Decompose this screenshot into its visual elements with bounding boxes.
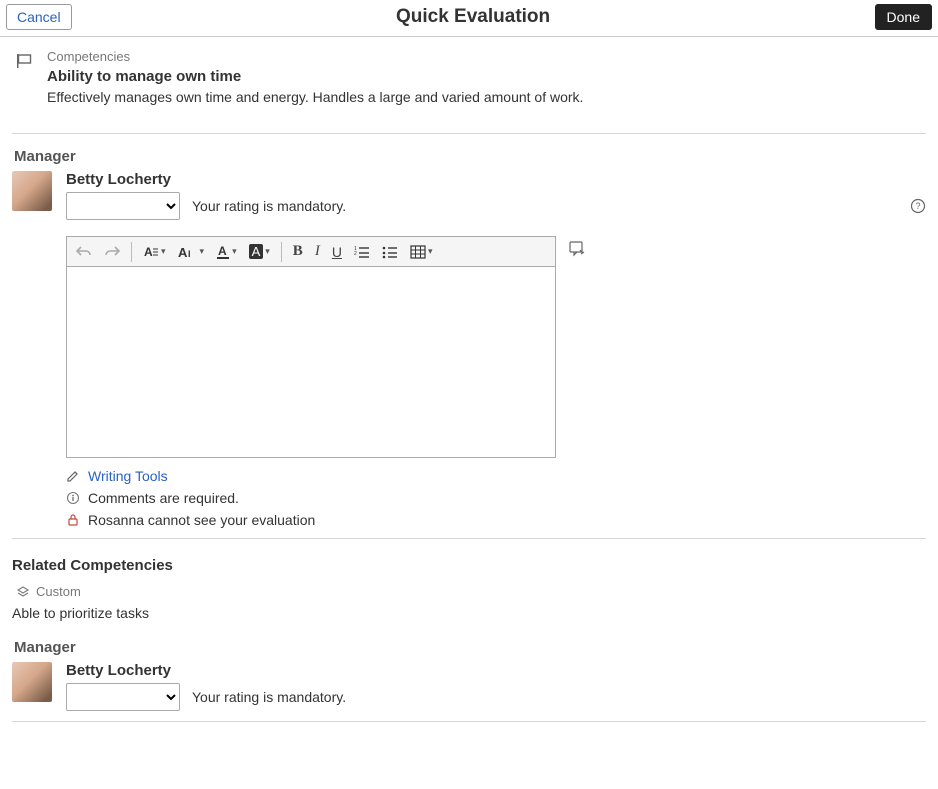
redo-button[interactable] xyxy=(101,243,123,261)
modal-title: Quick Evaluation xyxy=(72,6,875,28)
competency-description: Effectively manages own time and energy.… xyxy=(47,89,583,105)
rating-dropdown-2[interactable] xyxy=(66,683,180,711)
font-size-dropdown[interactable]: AI ▾ xyxy=(175,243,208,261)
related-source-label: Custom xyxy=(36,584,81,599)
svg-text:A: A xyxy=(178,245,188,259)
info-icon xyxy=(66,491,80,505)
related-item: Able to prioritize tasks xyxy=(12,605,926,621)
related-competencies-title: Related Competencies xyxy=(12,557,926,574)
rating-dropdown[interactable] xyxy=(66,192,180,220)
manager-name: Betty Locherty xyxy=(66,171,926,188)
lock-icon xyxy=(66,513,80,527)
flag-icon xyxy=(15,53,35,69)
format-dropdown[interactable]: A ▾ xyxy=(140,243,169,261)
toolbar-separator xyxy=(281,242,282,262)
svg-text:A: A xyxy=(218,244,227,258)
privacy-note: Rosanna cannot see your evaluation xyxy=(66,512,926,528)
chevron-down-icon: ▾ xyxy=(428,246,433,257)
unordered-list-button[interactable] xyxy=(379,243,401,261)
highlight-icon: A xyxy=(249,244,264,259)
ordered-list-button[interactable]: 12 xyxy=(351,243,373,261)
manager-row: Betty Locherty Your rating is mandatory.… xyxy=(12,171,926,220)
toolbar-separator xyxy=(131,242,132,262)
done-button[interactable]: Done xyxy=(875,4,932,30)
manager-name-2: Betty Locherty xyxy=(66,662,926,679)
manager-row-2: Betty Locherty Your rating is mandatory. xyxy=(12,662,926,711)
chevron-down-icon: ▾ xyxy=(200,246,205,257)
competency-header: Competencies Ability to manage own time … xyxy=(12,49,926,105)
chevron-down-icon: ▾ xyxy=(232,246,237,257)
italic-button[interactable]: I xyxy=(312,241,323,262)
comments-required-note: Comments are required. xyxy=(66,490,926,506)
modal-header: Cancel Quick Evaluation Done xyxy=(0,0,938,37)
competency-title: Ability to manage own time xyxy=(47,68,583,85)
highlight-dropdown[interactable]: A ▾ xyxy=(246,242,273,261)
related-source: Custom xyxy=(16,584,926,599)
svg-text:?: ? xyxy=(915,201,920,211)
chevron-down-icon: ▾ xyxy=(161,246,166,257)
svg-text:I: I xyxy=(188,249,191,259)
bold-button[interactable]: B xyxy=(290,241,306,262)
svg-text:A: A xyxy=(144,245,153,259)
divider xyxy=(12,538,926,539)
avatar xyxy=(12,662,52,702)
layers-icon xyxy=(16,585,30,599)
avatar xyxy=(12,171,52,211)
rating-hint-2: Your rating is mandatory. xyxy=(192,689,346,705)
competencies-label: Competencies xyxy=(47,49,583,64)
editor-textarea[interactable] xyxy=(67,267,555,457)
divider xyxy=(12,721,926,722)
comments-required-text: Comments are required. xyxy=(88,490,239,506)
editor-toolbar: A ▾ AI ▾ A ▾ A ▾ B I U xyxy=(67,237,555,267)
svg-text:2: 2 xyxy=(354,251,357,257)
table-dropdown[interactable]: ▾ xyxy=(407,243,436,261)
insert-comment-icon[interactable] xyxy=(568,240,586,258)
writing-tools-label: Writing Tools xyxy=(88,468,168,484)
cancel-button[interactable]: Cancel xyxy=(6,4,72,30)
rich-text-editor: A ▾ AI ▾ A ▾ A ▾ B I U xyxy=(66,236,556,458)
role-label-manager: Manager xyxy=(14,148,926,165)
chevron-down-icon: ▾ xyxy=(265,246,270,257)
undo-button[interactable] xyxy=(73,243,95,261)
privacy-text: Rosanna cannot see your evaluation xyxy=(88,512,315,528)
pencil-icon xyxy=(66,469,80,483)
underline-button[interactable]: U xyxy=(329,242,345,262)
font-color-dropdown[interactable]: A ▾ xyxy=(213,242,240,262)
help-icon[interactable]: ? xyxy=(910,198,926,214)
rating-hint: Your rating is mandatory. xyxy=(192,198,346,214)
role-label-manager-2: Manager xyxy=(14,639,926,656)
writing-tools-link[interactable]: Writing Tools xyxy=(66,468,926,484)
divider xyxy=(12,133,926,134)
